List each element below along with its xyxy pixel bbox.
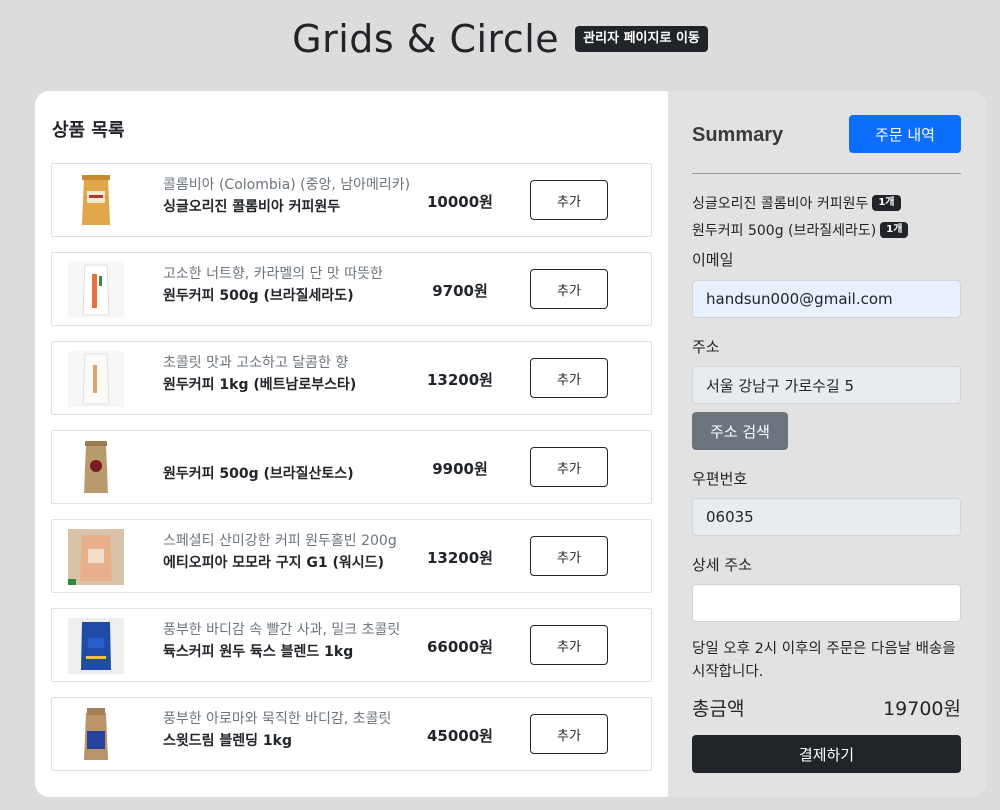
email-input[interactable]: handsun000@gmail.com: [692, 280, 961, 318]
product-info: 스페셜티 산미강한 커피 원두홀빈 200g 에티오피아 모모라 구지 G1 (…: [163, 530, 419, 574]
product-info: 원두커피 500g (브라질산토스): [163, 441, 419, 485]
product-list-title: 상품 목록: [52, 120, 125, 141]
add-to-cart-button[interactable]: 추가: [530, 358, 608, 398]
quantity-badge: 1개: [880, 221, 909, 238]
product-image: [68, 440, 124, 496]
coffee-bag-icon: [84, 708, 108, 760]
product-description: 스페셜티 산미강한 커피 원두홀빈 200g: [163, 533, 397, 549]
page-header: Grids & Circle 관리자 페이지로 이동: [0, 14, 1000, 64]
email-label: 이메일: [692, 251, 734, 269]
product-description: [163, 441, 419, 463]
product-description: 콜롬비아 (Colombia) (중앙, 남아메리카): [163, 177, 411, 193]
product-name: 싱글오리진 콜롬비아 커피원두: [163, 199, 341, 215]
product-row: 풍부한 바디감 속 빨간 사과, 밀크 초콜릿 듁스커피 원두 듁스 블렌드 1…: [51, 608, 652, 682]
product-image: [68, 262, 124, 318]
product-info: 콜롬비아 (Colombia) (중앙, 남아메리카) 싱글오리진 콜롬비아 커…: [163, 174, 419, 218]
add-to-cart-button[interactable]: 추가: [530, 714, 608, 754]
add-to-cart-button[interactable]: 추가: [530, 180, 608, 220]
order-item: 원두커피 500g (브라질세라도) 1개: [692, 216, 972, 243]
product-price: 13200원: [427, 548, 493, 567]
zipcode-label: 우편번호: [692, 470, 748, 488]
product-description: 풍부한 아로마와 묵직한 바디감, 초콜릿: [163, 711, 392, 727]
product-info: 풍부한 아로마와 묵직한 바디감, 초콜릿 스윗드림 블렌딩 1kg: [163, 708, 419, 752]
coffee-bag-icon: [68, 262, 124, 318]
product-list: 콜롬비아 (Colombia) (중앙, 남아메리카) 싱글오리진 콜롬비아 커…: [51, 163, 652, 786]
coffee-bag-icon: [68, 351, 124, 407]
total-amount: 19700원: [883, 698, 961, 720]
total-label: 총금액: [692, 698, 745, 720]
coffee-bag-icon: [82, 175, 110, 225]
add-to-cart-button[interactable]: 추가: [530, 536, 608, 576]
product-row: 콜롬비아 (Colombia) (중앙, 남아메리카) 싱글오리진 콜롬비아 커…: [51, 163, 652, 237]
address-label: 주소: [692, 338, 720, 356]
order-item-name: 싱글오리진 콜롬비아 커피원두: [692, 195, 869, 212]
product-price: 9700원: [432, 281, 488, 300]
coffee-bag-icon: [68, 618, 124, 674]
product-row: 고소한 너트향, 카라멜의 단 맛 따뜻한 원두커피 500g (브라질세라도)…: [51, 252, 652, 326]
delivery-notice: 당일 오후 2시 이후의 주문은 다음날 배송을 시작합니다.: [692, 641, 956, 680]
product-name: 에티오피아 모모라 구지 G1 (워시드): [163, 555, 384, 571]
product-info: 고소한 너트향, 카라멜의 단 맛 따뜻한 원두커피 500g (브라질세라도): [163, 263, 419, 307]
product-image: [68, 351, 124, 407]
order-item: 싱글오리진 콜롬비아 커피원두 1개: [692, 189, 972, 216]
product-price: 45000원: [427, 726, 493, 745]
add-to-cart-button[interactable]: 추가: [530, 447, 608, 487]
product-name: 원두커피 500g (브라질세라도): [163, 288, 354, 304]
order-item-list: 싱글오리진 콜롬비아 커피원두 1개 원두커피 500g (브라질세라도) 1개: [692, 189, 972, 243]
summary-panel: Summary 주문 내역 싱글오리진 콜롬비아 커피원두 1개 원두커피 50…: [668, 91, 986, 797]
product-price: 66000원: [427, 637, 493, 656]
add-to-cart-button[interactable]: 추가: [530, 269, 608, 309]
product-image: [68, 173, 124, 229]
summary-divider: [692, 173, 961, 174]
main-card: 상품 목록 콜롬비아 (Colombia) (중앙, 남아메리카) 싱글오리진 …: [35, 91, 986, 797]
summary-title: Summary: [692, 124, 784, 146]
detail-address-label: 상세 주소: [692, 556, 752, 574]
product-name: 원두커피 500g (브라질산토스): [163, 466, 354, 482]
zipcode-input[interactable]: 06035: [692, 498, 961, 536]
product-row: 풍부한 아로마와 묵직한 바디감, 초콜릿 스윗드림 블렌딩 1kg 45000…: [51, 697, 652, 771]
address-input[interactable]: 서울 강남구 가로수길 5: [692, 366, 961, 404]
product-price: 9900원: [432, 459, 488, 478]
product-name: 원두커피 1kg (베트남로부스타): [163, 377, 357, 393]
address-search-button[interactable]: 주소 검색: [692, 412, 788, 450]
product-row: 원두커피 500g (브라질산토스) 9900원 추가: [51, 430, 652, 504]
product-image: [68, 618, 124, 674]
product-row: 초콜릿 맛과 고소하고 달콤한 향 원두커피 1kg (베트남로부스타) 132…: [51, 341, 652, 415]
detail-address-input[interactable]: [692, 584, 961, 622]
product-image: [68, 529, 124, 585]
product-price: 10000원: [427, 192, 493, 211]
site-title: Grids & Circle: [292, 17, 560, 61]
product-list-section: 상품 목록 콜롬비아 (Colombia) (중앙, 남아메리카) 싱글오리진 …: [35, 91, 668, 797]
product-row: 스페셜티 산미강한 커피 원두홀빈 200g 에티오피아 모모라 구지 G1 (…: [51, 519, 652, 593]
order-history-button[interactable]: 주문 내역: [849, 115, 961, 153]
product-info: 초콜릿 맛과 고소하고 달콤한 향 원두커피 1kg (베트남로부스타): [163, 352, 419, 396]
order-item-name: 원두커피 500g (브라질세라도): [692, 222, 877, 239]
checkout-button[interactable]: 결제하기: [692, 735, 961, 773]
product-image: [68, 707, 124, 763]
admin-page-link[interactable]: 관리자 페이지로 이동: [575, 26, 708, 52]
product-description: 초콜릿 맛과 고소하고 달콤한 향: [163, 355, 349, 371]
product-description: 고소한 너트향, 카라멜의 단 맛 따뜻한: [163, 266, 383, 282]
quantity-badge: 1개: [872, 194, 901, 211]
product-name: 듁스커피 원두 듁스 블렌드 1kg: [163, 644, 354, 660]
coffee-bag-icon: [84, 441, 108, 493]
coffee-bag-icon: [68, 529, 124, 585]
product-name: 스윗드림 블렌딩 1kg: [163, 733, 292, 749]
product-info: 풍부한 바디감 속 빨간 사과, 밀크 초콜릿 듁스커피 원두 듁스 블렌드 1…: [163, 619, 419, 663]
add-to-cart-button[interactable]: 추가: [530, 625, 608, 665]
product-price: 13200원: [427, 370, 493, 389]
product-description: 풍부한 바디감 속 빨간 사과, 밀크 초콜릿: [163, 622, 401, 638]
